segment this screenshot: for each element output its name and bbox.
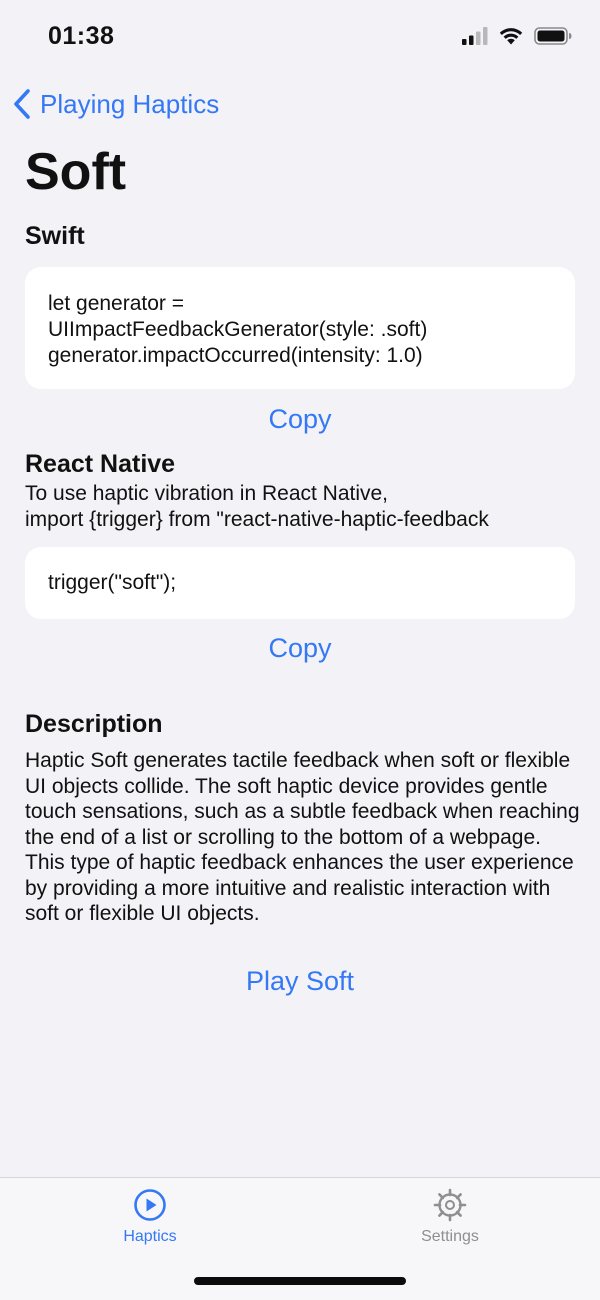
status-icons (462, 26, 572, 45)
description-text: Haptic Soft generates tactile feedback w… (25, 749, 580, 925)
play-soft-button[interactable]: Play Soft (0, 968, 600, 995)
wifi-icon (499, 28, 523, 45)
gear-icon (433, 1188, 467, 1222)
react-native-code-card: trigger("soft"); (25, 547, 575, 619)
play-circle-icon (134, 1189, 166, 1221)
description-heading: Description (25, 710, 163, 738)
tab-settings-label: Settings (421, 1228, 479, 1245)
home-indicator (194, 1277, 406, 1285)
react-native-copy-button[interactable]: Copy (0, 635, 600, 662)
swift-code: let generator = UIImpactFeedbackGenerato… (48, 292, 428, 367)
react-native-code: trigger("soft"); (48, 571, 177, 594)
swift-code-card: let generator = UIImpactFeedbackGenerato… (25, 267, 575, 389)
tab-haptics[interactable]: Haptics (70, 1188, 230, 1246)
swift-copy-button[interactable]: Copy (0, 406, 600, 433)
react-native-intro: To use haptic vibration in React Native,… (25, 482, 489, 531)
battery-icon (534, 26, 572, 45)
status-bar: 01:38 (0, 0, 600, 76)
tab-settings[interactable]: Settings (370, 1188, 530, 1246)
status-time: 01:38 (48, 22, 115, 50)
cellular-signal-icon (462, 26, 488, 45)
chevron-left-icon (14, 89, 30, 119)
swift-heading: Swift (25, 222, 85, 250)
back-label: Playing Haptics (40, 88, 220, 119)
react-native-heading: React Native (25, 450, 176, 478)
page-title: Soft (25, 143, 127, 201)
back-button[interactable]: Playing Haptics (12, 88, 219, 120)
tab-haptics-label: Haptics (123, 1228, 177, 1245)
